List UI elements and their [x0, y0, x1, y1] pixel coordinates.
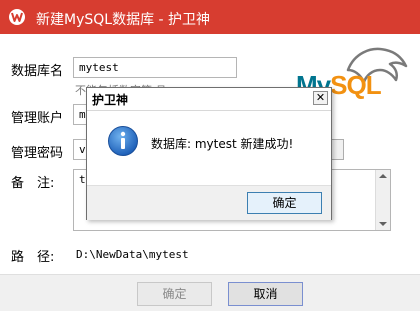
ok-button[interactable]: 确定: [137, 282, 212, 306]
button-bar: 确定 取消: [0, 274, 420, 311]
close-icon[interactable]: ✕: [313, 91, 328, 105]
path-label: 路 径:: [11, 250, 55, 265]
account-label: 管理账户: [11, 111, 64, 126]
dialog-body: 数据库: mytest 新建成功!: [87, 111, 331, 185]
database-name-input[interactable]: mytest: [73, 57, 237, 78]
dialog-title-bar: 护卫神 ✕: [87, 88, 331, 111]
scroll-up-arrow-icon[interactable]: [379, 174, 387, 178]
window-title: 新建MySQL数据库 - 护卫神: [36, 12, 211, 28]
password-label: 管理密码: [11, 146, 64, 161]
database-name-label: 数据库名: [11, 64, 64, 79]
title-bar: 新建MySQL数据库 - 护卫神: [0, 0, 420, 34]
dialog-footer: 确定: [87, 185, 331, 220]
notes-label: 备 注:: [11, 176, 55, 191]
scroll-down-arrow-icon[interactable]: [379, 222, 387, 226]
dialog-title: 护卫神: [92, 93, 129, 107]
dialog-ok-button[interactable]: 确定: [247, 192, 322, 214]
cancel-button[interactable]: 取消: [228, 282, 303, 306]
info-icon: [108, 126, 138, 156]
dialog-message: 数据库: mytest 新建成功!: [151, 137, 294, 151]
message-dialog: 护卫神 ✕ 数据库: mytest 新建成功! 确定: [86, 87, 332, 220]
mysql-logo-sql: SQL: [330, 70, 381, 100]
path-value: D:\NewData\mytest: [76, 248, 189, 261]
notes-scrollbar[interactable]: [375, 170, 390, 230]
app-logo-icon: [9, 9, 25, 25]
